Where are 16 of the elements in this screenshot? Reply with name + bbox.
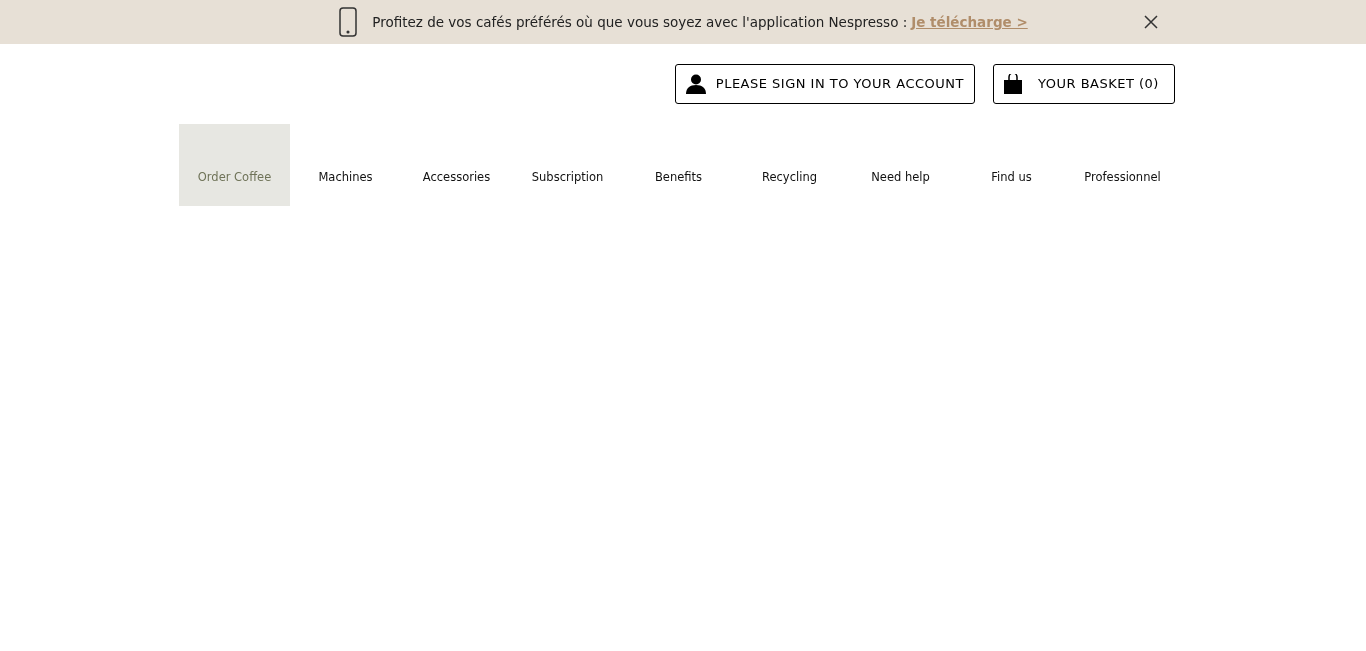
nav-tab[interactable]: Order Coffee: [179, 124, 290, 206]
nav-tab[interactable]: Accessories: [401, 124, 512, 206]
nav-tab[interactable]: Find us: [956, 124, 1067, 206]
close-icon[interactable]: [1144, 15, 1158, 29]
nav-tab[interactable]: Professionnel: [1067, 124, 1178, 206]
sign-in-button[interactable]: PLEASE SIGN IN TO YOUR ACCOUNT: [674, 64, 975, 104]
bag-icon: [1004, 74, 1022, 94]
user-icon: [685, 74, 706, 94]
nav-tab[interactable]: Recycling: [734, 124, 845, 206]
nav-tab[interactable]: Subscription: [512, 124, 623, 206]
nav-tab[interactable]: Need help: [845, 124, 956, 206]
phone-icon: [338, 7, 359, 37]
nav-tab[interactable]: Machines: [290, 124, 401, 206]
nav-tab[interactable]: Benefits: [623, 124, 734, 206]
basket-button[interactable]: YOUR BASKET (0): [993, 64, 1175, 104]
banner-text: Profitez de vos cafés préférés où que vous soyez avec l'application Nespresso :: [372, 12, 908, 32]
